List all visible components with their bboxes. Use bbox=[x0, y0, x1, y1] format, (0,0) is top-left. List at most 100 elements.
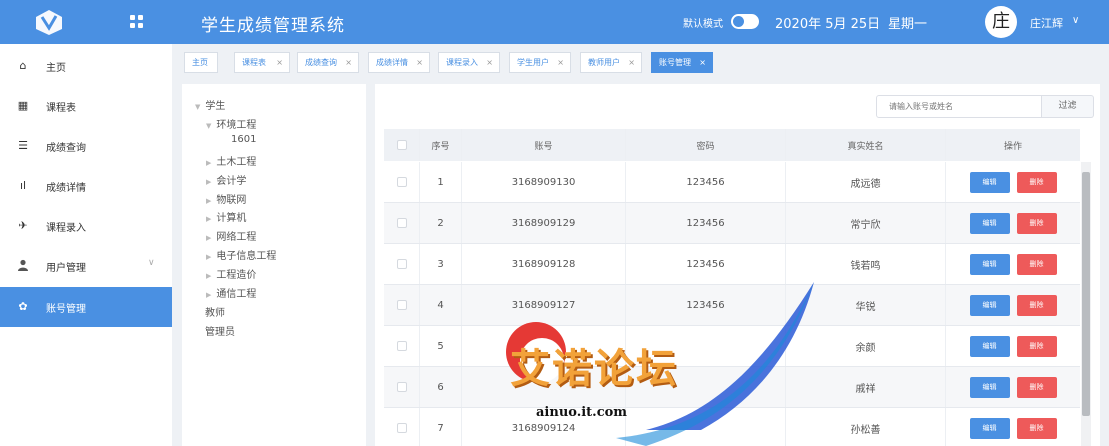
delete-button[interactable]: 删除 bbox=[1016, 253, 1057, 275]
user-icon bbox=[17, 259, 29, 273]
tree-node-major[interactable]: ▶ 会计学 bbox=[206, 172, 246, 187]
org-tree-panel bbox=[182, 84, 366, 446]
tree-node-major[interactable]: ▶ 计算机 bbox=[206, 209, 246, 224]
select-all-cell bbox=[384, 129, 420, 161]
edit-button[interactable]: 编辑 bbox=[969, 417, 1010, 439]
delete-button[interactable]: 删除 bbox=[1016, 417, 1057, 439]
caret-right-icon: ▶ bbox=[206, 234, 212, 242]
table-row: 4 3168909127 123456 华锐 编辑 删除 bbox=[384, 285, 1080, 326]
edit-button[interactable]: 编辑 bbox=[969, 171, 1010, 193]
search-input[interactable] bbox=[876, 95, 1042, 118]
delete-button[interactable]: 删除 bbox=[1016, 376, 1057, 398]
cell-index: 1 bbox=[420, 162, 462, 202]
cell-real-name: 余颜 bbox=[786, 326, 946, 366]
table-row: 3 3168909128 123456 钱若鸣 编辑 删除 bbox=[384, 244, 1080, 285]
sidebar-item-course-entry[interactable]: ✈ 课程录入 bbox=[0, 206, 172, 246]
theme-mode-label: 默认模式 bbox=[683, 19, 723, 30]
sidebar-item-account-management[interactable]: ✿ 账号管理 bbox=[0, 287, 172, 327]
delete-button[interactable]: 删除 bbox=[1016, 294, 1057, 316]
select-all-checkbox[interactable] bbox=[396, 140, 407, 150]
edit-button[interactable]: 编辑 bbox=[969, 253, 1010, 275]
tree-node-major[interactable]: ▶ 工程造价 bbox=[206, 266, 256, 281]
tree-node-label: 环境工程 bbox=[216, 120, 257, 131]
tab-teacher-users[interactable]: 教师用户 × bbox=[580, 52, 642, 73]
delete-button[interactable]: 删除 bbox=[1016, 335, 1057, 357]
username[interactable]: 庄江辉 bbox=[1030, 15, 1063, 31]
sidebar-item-schedule[interactable]: ▦ 课程表 bbox=[0, 86, 172, 126]
send-icon: ✈ bbox=[18, 219, 28, 232]
sidebar-item-label: 课程表 bbox=[46, 103, 76, 114]
row-checkbox[interactable] bbox=[396, 300, 407, 310]
sidebar-item-home[interactable]: ⌂ 主页 bbox=[0, 46, 172, 86]
tree-node-label: 土木工程 bbox=[216, 157, 257, 168]
sidebar-item-label: 用户管理 bbox=[46, 263, 86, 274]
close-icon[interactable]: × bbox=[699, 53, 706, 72]
tab-schedule[interactable]: 课程表 × bbox=[234, 52, 290, 73]
edit-button[interactable]: 编辑 bbox=[969, 335, 1010, 357]
row-checkbox[interactable] bbox=[396, 382, 407, 392]
tree-node-major[interactable]: ▼ 环境工程 bbox=[206, 116, 256, 131]
row-select-cell bbox=[384, 285, 420, 325]
tree-node-teachers[interactable]: 教师 bbox=[205, 304, 225, 319]
table-row: 5 余颜 编辑 删除 bbox=[384, 326, 1080, 367]
sidebar-item-label: 课程录入 bbox=[46, 223, 86, 234]
close-icon[interactable]: × bbox=[416, 53, 423, 72]
apps-grid-icon[interactable] bbox=[130, 15, 144, 29]
edit-button[interactable]: 编辑 bbox=[969, 294, 1010, 316]
sidebar-item-user-management[interactable]: 用户管理 ∨ bbox=[0, 246, 172, 286]
delete-button[interactable]: 删除 bbox=[1016, 171, 1057, 193]
close-icon[interactable]: × bbox=[557, 53, 564, 72]
edit-button[interactable]: 编辑 bbox=[969, 376, 1010, 398]
chevron-down-icon[interactable]: ∨ bbox=[1072, 15, 1079, 26]
tree-node-label: 工程造价 bbox=[216, 270, 257, 281]
tree-node-admins[interactable]: 管理员 bbox=[205, 323, 235, 338]
filter-button[interactable]: 过滤 bbox=[1042, 95, 1094, 118]
close-icon[interactable]: × bbox=[276, 53, 283, 72]
close-icon[interactable]: × bbox=[345, 53, 352, 72]
grid-icon: ▦ bbox=[17, 99, 29, 112]
tab-label: 教师用户 bbox=[588, 58, 620, 67]
edit-button[interactable]: 编辑 bbox=[969, 212, 1010, 234]
tab-account-management[interactable]: 账号管理 × bbox=[651, 52, 713, 73]
tab-course-entry[interactable]: 课程录入 × bbox=[438, 52, 500, 73]
tree-node-major[interactable]: ▶ 物联网 bbox=[206, 191, 246, 206]
tab-grade-query[interactable]: 成绩查询 × bbox=[297, 52, 359, 73]
sidebar-item-grade-query[interactable]: ☰ 成绩查询 bbox=[0, 126, 172, 166]
tree-node-label: 电子信息工程 bbox=[216, 251, 277, 262]
tab-home[interactable]: 主页 bbox=[184, 52, 218, 73]
row-checkbox[interactable] bbox=[396, 341, 407, 351]
tree-node-label: 教师 bbox=[205, 308, 225, 319]
avatar[interactable]: 庄 bbox=[985, 6, 1017, 38]
close-icon[interactable]: × bbox=[486, 53, 493, 72]
list-icon: ☰ bbox=[18, 139, 28, 152]
top-header: 学生成绩管理系统 默认模式 2020年 5月 25日 星期一 庄 庄江辉 ∨ bbox=[0, 0, 1109, 44]
row-checkbox[interactable] bbox=[396, 259, 407, 269]
cell-index: 6 bbox=[420, 367, 462, 407]
tree-node-major[interactable]: ▶ 电子信息工程 bbox=[206, 247, 276, 262]
caret-right-icon: ▶ bbox=[206, 215, 212, 223]
tree-node-major[interactable]: ▶ 网络工程 bbox=[206, 228, 256, 243]
row-checkbox[interactable] bbox=[396, 218, 407, 228]
cell-account: 3168909130 bbox=[462, 162, 626, 202]
tree-node-major[interactable]: ▶ 通信工程 bbox=[206, 285, 256, 300]
tab-label: 成绩查询 bbox=[305, 58, 337, 67]
tree-node-students[interactable]: ▼ 学生 bbox=[195, 97, 225, 112]
table-scrollbar-thumb[interactable] bbox=[1082, 172, 1090, 416]
delete-button[interactable]: 删除 bbox=[1016, 212, 1057, 234]
tab-label: 账号管理 bbox=[659, 58, 691, 67]
tab-student-users[interactable]: 学生用户 × bbox=[509, 52, 571, 73]
table-header: 序号 账号 密码 真实姓名 操作 bbox=[384, 129, 1080, 161]
tree-node-major[interactable]: ▶ 土木工程 bbox=[206, 153, 256, 168]
logo-icon bbox=[36, 10, 62, 35]
theme-mode-toggle[interactable] bbox=[731, 14, 759, 29]
row-checkbox[interactable] bbox=[396, 177, 407, 187]
tree-node-label: 学生 bbox=[205, 101, 226, 112]
cell-actions: 编辑 删除 bbox=[946, 367, 1080, 407]
row-checkbox[interactable] bbox=[396, 423, 407, 433]
sidebar-item-grade-details[interactable]: ıl 成绩详情 bbox=[0, 166, 172, 206]
app-title: 学生成绩管理系统 bbox=[201, 16, 345, 36]
tab-grade-details[interactable]: 成绩详情 × bbox=[368, 52, 430, 73]
tree-node-class[interactable]: 1601 bbox=[231, 134, 256, 145]
close-icon[interactable]: × bbox=[628, 53, 635, 72]
caret-right-icon: ▶ bbox=[206, 178, 212, 186]
